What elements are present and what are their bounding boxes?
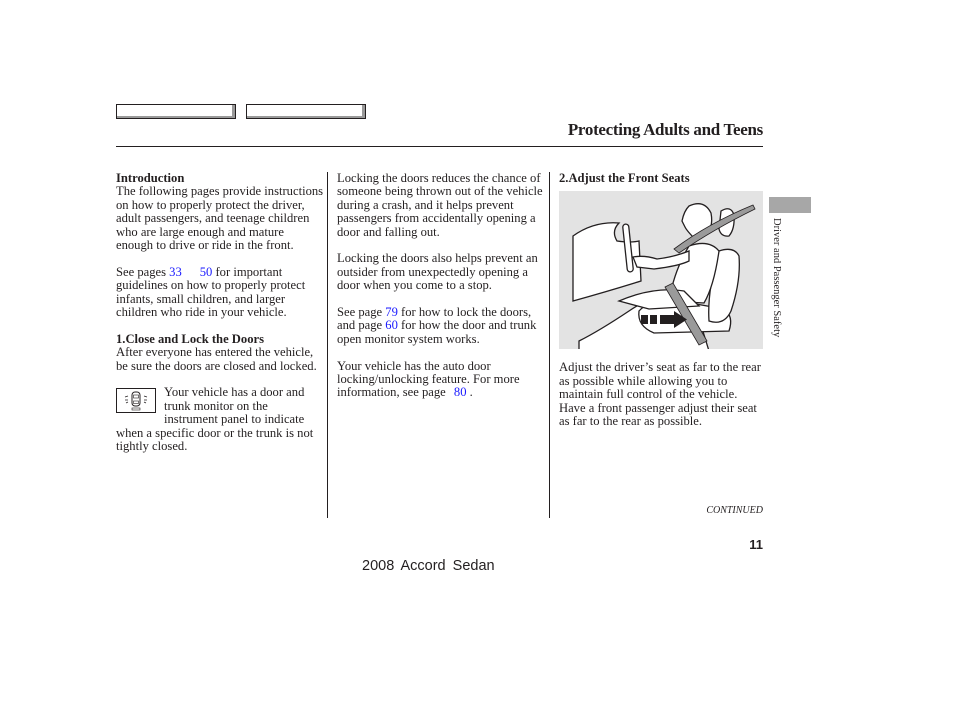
column-divider <box>327 172 328 518</box>
page-link-79[interactable]: 79 <box>385 305 398 319</box>
see-pages-paragraph: See pages 33 50 for important guidelines … <box>116 264 324 320</box>
page-link-33[interactable]: 33 <box>169 265 182 279</box>
auto-lock-paragraph: Your vehicle has the auto door locking/u… <box>337 358 547 400</box>
column-1: Introduction The following pages provide… <box>116 171 324 453</box>
page-title: Protecting Adults and Teens <box>567 120 763 139</box>
page-number: 11 <box>749 537 763 552</box>
page-link-50[interactable]: 50 <box>200 265 213 279</box>
section2-heading: 2.Adjust the Front Seats <box>559 171 690 185</box>
column-3: 2.Adjust the Front Seats Adjust the driv… <box>559 171 765 442</box>
column-divider <box>549 172 550 518</box>
intro-heading: Introduction <box>116 171 185 185</box>
locking-para-1: Locking the doors reduces the chance of … <box>337 171 543 239</box>
door-trunk-monitor-icon <box>116 388 156 414</box>
continued-label: CONTINUED <box>706 505 763 516</box>
see-page-paragraph: See page 79 for how to lock the doors, a… <box>337 305 547 346</box>
title-rule <box>116 146 763 147</box>
intro-text: The following pages provide instructions… <box>116 184 324 253</box>
footer-model: 2008 Accord Sedan <box>362 558 495 574</box>
locking-para-2: Locking the doors also helps prevent an … <box>337 251 538 293</box>
section1-text: After everyone has entered the vehicle, … <box>116 345 317 373</box>
text-span: See page <box>337 305 386 320</box>
see-pages-prefix: See pages <box>116 264 170 279</box>
section2-text: Adjust the driver’s seat as far to the r… <box>559 360 761 429</box>
column-2: Locking the doors reduces the chance of … <box>337 171 547 413</box>
nav-button-previous[interactable] <box>116 104 236 119</box>
monitor-paragraph: Your vehicle has a door and trunk monito… <box>116 386 324 453</box>
nav-button-next[interactable] <box>246 104 366 119</box>
driver-seat-illustration <box>559 191 763 350</box>
section-tab-marker <box>769 197 811 213</box>
text-span: . <box>466 385 473 400</box>
text-span: Your vehicle has the auto door locking/u… <box>337 358 520 400</box>
page-link-60[interactable]: 60 <box>385 318 398 332</box>
section1-heading: 1.Close and Lock the Doors <box>116 331 264 346</box>
page-link-80[interactable]: 80 <box>454 385 467 399</box>
section-tab-label: Driver and Passenger Safety <box>771 218 782 338</box>
